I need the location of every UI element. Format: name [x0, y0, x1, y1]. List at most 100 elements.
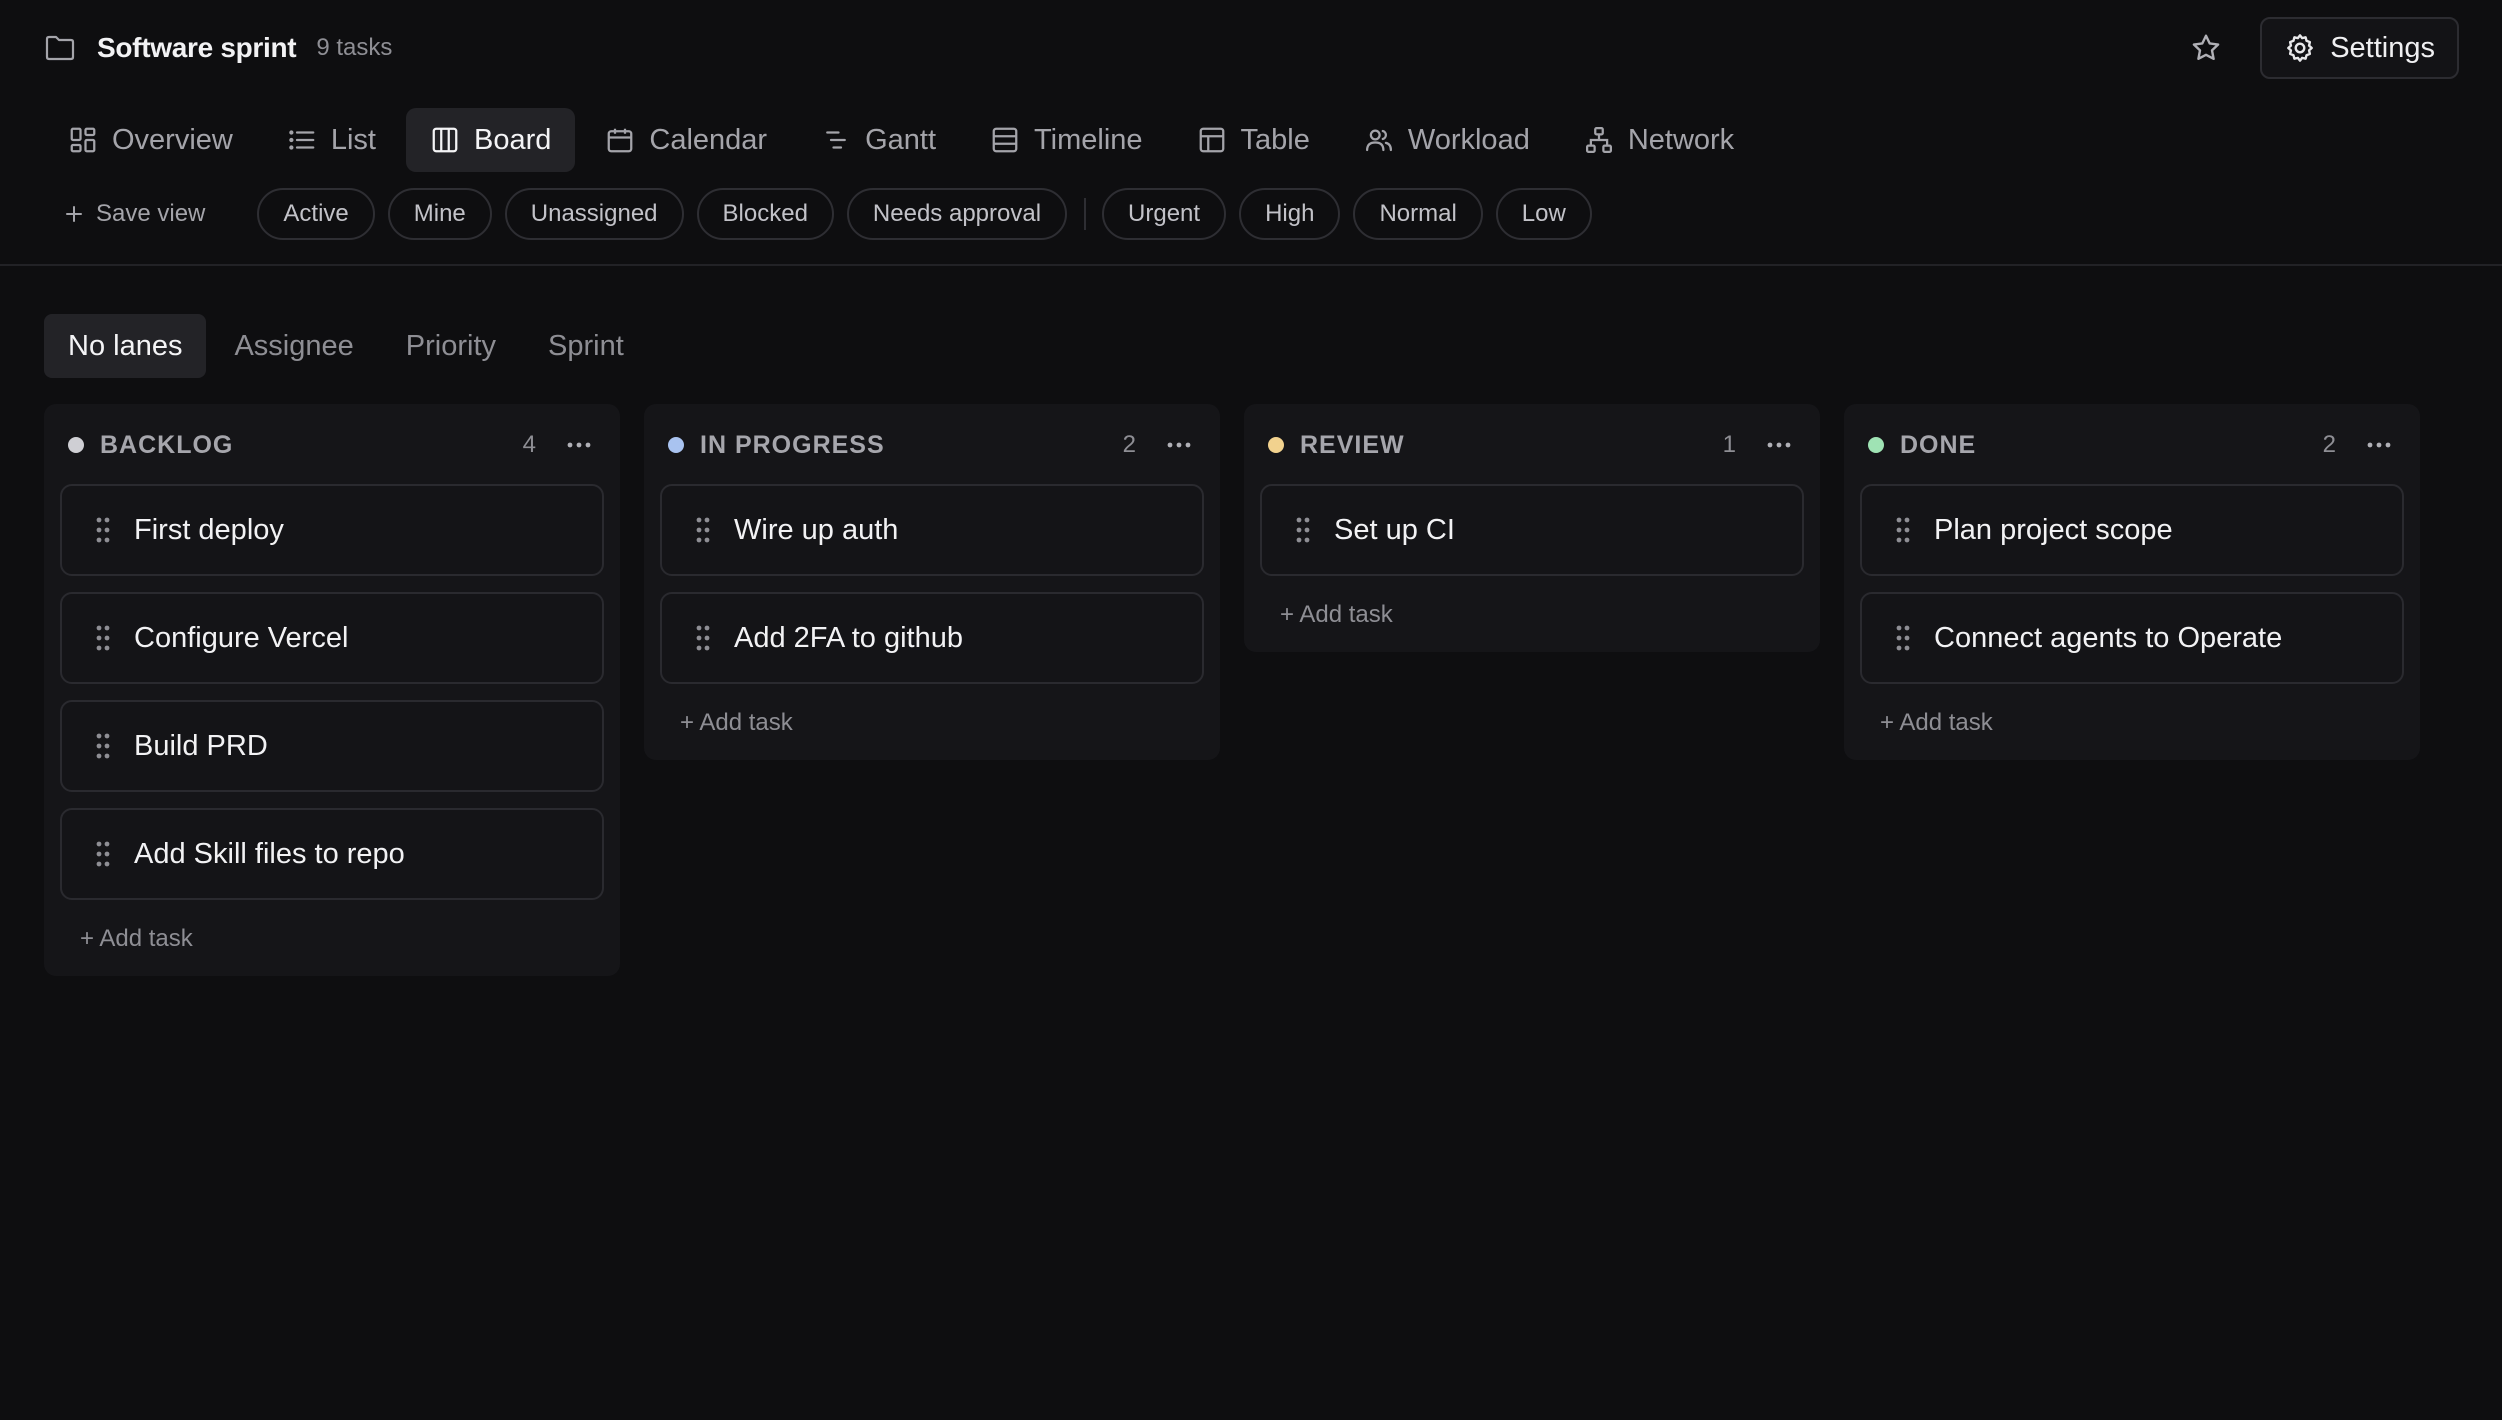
task-card[interactable]: Plan project scope	[1860, 484, 2404, 576]
task-card[interactable]: Add Skill files to repo	[60, 808, 604, 900]
add-task-button[interactable]: + Add task	[60, 916, 604, 956]
add-task-button[interactable]: + Add task	[1260, 592, 1804, 632]
tab-table[interactable]: Table	[1173, 108, 1334, 172]
lane-tab-sprint[interactable]: Sprint	[524, 314, 648, 378]
column-title: IN PROGRESS	[700, 430, 885, 459]
status-dot	[1268, 437, 1284, 453]
drag-handle-icon[interactable]	[96, 517, 110, 543]
column-review: REVIEW 1 Set up CI + Add task	[1244, 404, 1820, 652]
settings-label: Settings	[2330, 31, 2435, 64]
drag-handle-icon[interactable]	[96, 841, 110, 867]
drag-handle-icon[interactable]	[96, 625, 110, 651]
table-icon	[1199, 127, 1224, 153]
tab-overview[interactable]: Overview	[44, 108, 257, 172]
task-card[interactable]: Build PRD	[60, 700, 604, 792]
drag-handle-icon[interactable]	[696, 517, 710, 543]
tab-calendar[interactable]: Calendar	[581, 108, 791, 172]
task-count: 9 tasks	[316, 34, 393, 61]
tab-workload[interactable]: Workload	[1340, 108, 1554, 172]
tab-label: List	[330, 123, 376, 156]
task-title: Plan project scope	[1934, 513, 2173, 546]
drag-handle-icon[interactable]	[696, 625, 710, 651]
drag-handle-icon[interactable]	[1896, 517, 1910, 543]
filter-chip-high[interactable]: High	[1239, 188, 1341, 240]
task-title: Build PRD	[134, 729, 268, 762]
save-view-label: Save view	[96, 200, 206, 227]
drag-handle-icon[interactable]	[1296, 517, 1310, 543]
task-title: Connect agents to Operate	[1934, 621, 2283, 654]
tab-label: Workload	[1407, 123, 1530, 156]
task-title: First deploy	[134, 513, 284, 546]
lane-tab-assignee[interactable]: Assignee	[210, 314, 377, 378]
more-icon	[1767, 442, 1791, 448]
drag-handle-icon[interactable]	[96, 733, 110, 759]
more-options-button[interactable]	[1162, 428, 1196, 462]
grid-icon	[70, 127, 96, 153]
filter-chip-mine[interactable]: Mine	[387, 188, 492, 240]
filter-chip-blocked[interactable]: Blocked	[696, 188, 834, 240]
add-task-button[interactable]: + Add task	[1860, 700, 2404, 740]
gear-icon	[2287, 34, 2314, 62]
plus-icon	[66, 206, 82, 222]
column-header: IN PROGRESS 2	[660, 420, 1204, 470]
filter-chip-active[interactable]: Active	[257, 188, 375, 240]
column-header: BACKLOG 4	[60, 420, 604, 470]
add-task-button[interactable]: + Add task	[660, 700, 1204, 740]
folder-icon	[43, 31, 77, 65]
favorite-star-button[interactable]	[2178, 20, 2234, 76]
column-count: 4	[522, 431, 536, 458]
filter-chip-unassigned[interactable]: Unassigned	[504, 188, 684, 240]
column-in-progress: IN PROGRESS 2 Wire up auth Add 2FA to gi…	[644, 404, 1220, 760]
column-backlog: BACKLOG 4 First deploy Configure Vercel …	[44, 404, 620, 976]
task-card[interactable]: Add 2FA to github	[660, 592, 1204, 684]
tab-board[interactable]: Board	[406, 108, 576, 172]
tab-label: Board	[474, 123, 552, 156]
project-title: Software sprint	[97, 32, 297, 63]
save-view-button[interactable]: Save view	[64, 200, 205, 228]
filter-chip-low[interactable]: Low	[1495, 188, 1592, 240]
drag-handle-icon[interactable]	[1896, 625, 1910, 651]
column-count: 1	[1722, 431, 1736, 458]
filter-chip-needs-approval[interactable]: Needs approval	[846, 188, 1068, 240]
column-title: REVIEW	[1300, 430, 1405, 459]
column-count: 2	[2322, 431, 2336, 458]
column-count: 2	[1122, 431, 1136, 458]
task-card[interactable]: Wire up auth	[660, 484, 1204, 576]
column-done: DONE 2 Plan project scope Connect agents…	[1844, 404, 2420, 760]
task-card[interactable]: First deploy	[60, 484, 604, 576]
lane-tab-priority[interactable]: Priority	[382, 314, 520, 378]
status-dot	[668, 437, 684, 453]
status-dot	[68, 437, 84, 453]
task-title: Set up CI	[1334, 513, 1455, 546]
calendar-icon	[608, 128, 633, 153]
users-icon	[1365, 129, 1392, 152]
more-options-button[interactable]	[1762, 428, 1796, 462]
gantt-icon	[826, 131, 846, 149]
filter-bar: Save view Active Mine Unassigned Blocked…	[64, 187, 1605, 241]
tab-label: Table	[1240, 123, 1310, 156]
tab-label: Timeline	[1034, 123, 1143, 156]
header-divider	[0, 264, 2502, 266]
tab-gantt[interactable]: Gantt	[797, 108, 960, 172]
filter-chip-normal[interactable]: Normal	[1353, 188, 1483, 240]
task-card[interactable]: Connect agents to Operate	[1860, 592, 2404, 684]
column-title: DONE	[1900, 430, 1977, 459]
view-tabs: Overview List Board Calendar Gantt Timel…	[44, 108, 1758, 172]
tab-timeline[interactable]: Timeline	[966, 108, 1167, 172]
star-icon	[2192, 34, 2220, 60]
task-card[interactable]: Set up CI	[1260, 484, 1804, 576]
settings-button[interactable]: Settings	[2260, 17, 2459, 79]
columns-icon	[432, 127, 458, 153]
more-icon	[2367, 442, 2391, 448]
filter-divider	[1084, 198, 1087, 230]
tab-list[interactable]: List	[263, 108, 400, 172]
filter-chip-urgent[interactable]: Urgent	[1102, 188, 1227, 240]
task-title: Add Skill files to repo	[134, 837, 405, 870]
lane-tabs: No lanes Assignee Priority Sprint	[44, 314, 648, 378]
lane-tab-no-lanes[interactable]: No lanes	[44, 314, 207, 378]
more-icon	[567, 442, 591, 448]
task-card[interactable]: Configure Vercel	[60, 592, 604, 684]
more-options-button[interactable]	[562, 428, 596, 462]
more-options-button[interactable]	[2362, 428, 2396, 462]
tab-network[interactable]: Network	[1560, 108, 1758, 172]
